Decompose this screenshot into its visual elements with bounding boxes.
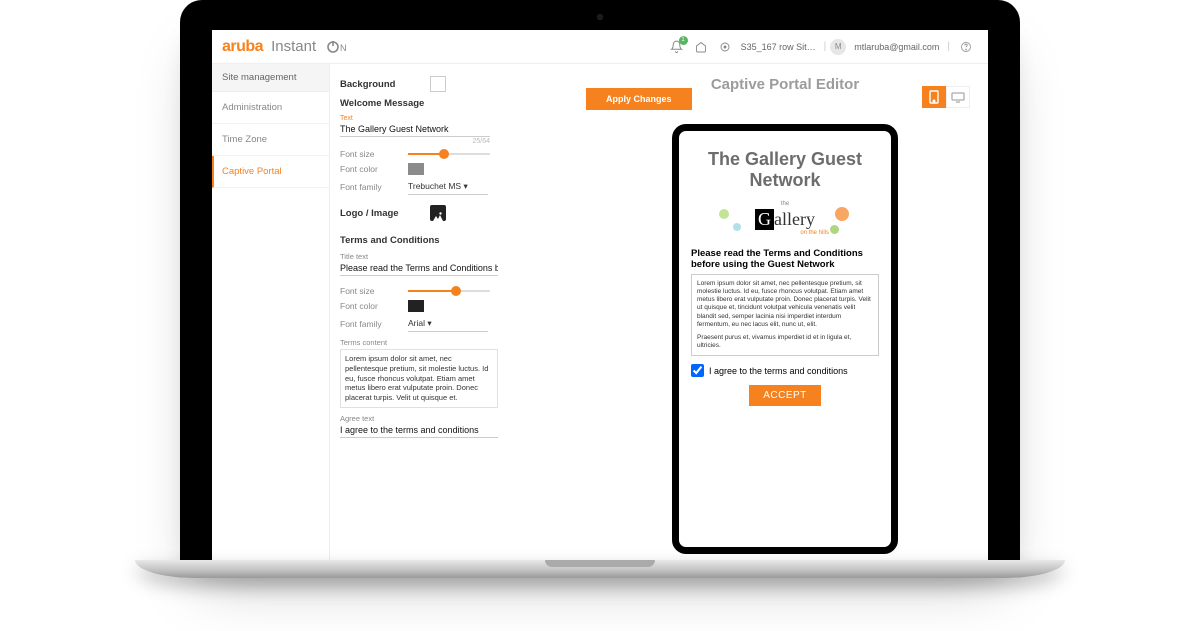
laptop-notch — [545, 560, 655, 567]
welcome-section-title: Welcome Message — [340, 98, 572, 109]
tc-fontcolor-swatch[interactable] — [408, 300, 424, 312]
portal-accept-button[interactable]: ACCEPT — [749, 385, 821, 406]
mobile-view-toggle[interactable] — [922, 86, 946, 108]
terms-content-textarea[interactable]: Lorem ipsum dolor sit amet, nec pellente… — [340, 349, 498, 408]
logo-section-title: Logo / Image — [340, 208, 430, 219]
view-toggle — [922, 86, 970, 108]
brand-logo: aruba Instant N — [222, 38, 346, 56]
brand-on: N — [326, 40, 346, 54]
site-target-icon[interactable] — [716, 38, 734, 56]
notif-badge: 1 — [679, 36, 688, 45]
sidebar-item-timezone[interactable]: Time Zone — [212, 124, 329, 156]
agree-text-label: Agree text — [340, 414, 572, 423]
agree-text-input[interactable] — [340, 423, 498, 438]
portal-agree-checkbox[interactable] — [691, 364, 704, 377]
laptop-base — [135, 560, 1065, 578]
portal-tc-title: Please read the Terms and Conditions bef… — [691, 248, 879, 270]
home-icon[interactable] — [692, 38, 710, 56]
welcome-text-input[interactable] — [340, 122, 490, 137]
tc-section-title: Terms and Conditions — [340, 235, 572, 246]
welcome-fontfamily-select[interactable]: Trebuchet MS ▾ — [408, 179, 488, 195]
logo-image-picker[interactable] — [430, 205, 446, 221]
background-label: Background — [340, 79, 430, 90]
camera-dot — [597, 14, 603, 20]
welcome-char-count: 25/64 — [340, 138, 490, 145]
sidebar-item-captive-portal[interactable]: Captive Portal — [212, 156, 329, 188]
background-swatch[interactable] — [430, 76, 446, 92]
welcome-fontsize-slider[interactable] — [408, 149, 490, 159]
portal-agree-row[interactable]: I agree to the terms and conditions — [691, 364, 879, 377]
site-name[interactable]: S35_167 row Sit… — [741, 42, 816, 52]
terms-content-label: Terms content — [340, 338, 572, 347]
laptop-frame: aruba Instant N 1 S35_167 row Sit… | M m… — [180, 0, 1020, 560]
apply-changes-button[interactable]: Apply Changes — [586, 88, 692, 110]
tc-fontfamily-label: Font family — [340, 319, 408, 329]
sidebar-header: Site management — [212, 64, 329, 92]
preview-panel: Captive Portal Editor Apply Changes The … — [582, 64, 988, 560]
tc-fontsize-slider[interactable] — [408, 286, 490, 296]
tc-fontcolor-label: Font color — [340, 301, 408, 311]
editor-panel: Background Welcome Message Text 25/64 Fo… — [330, 64, 582, 560]
portal-tc-body: Lorem ipsum dolor sit amet, nec pellente… — [691, 274, 879, 356]
welcome-text-label: Text — [340, 115, 572, 122]
tc-fontfamily-select[interactable]: Arial ▾ — [408, 316, 488, 332]
user-email[interactable]: mtlaruba@gmail.com — [854, 42, 939, 52]
welcome-fontcolor-swatch[interactable] — [408, 163, 424, 175]
desktop-view-toggle[interactable] — [946, 86, 970, 108]
portal-logo: the Gallery on the hills — [691, 201, 879, 236]
tc-title-label: Title text — [340, 252, 572, 261]
brand-aruba: aruba — [222, 38, 263, 56]
sidebar: Site management Administration Time Zone… — [212, 64, 330, 560]
portal-welcome-text: The Gallery Guest Network — [691, 149, 879, 191]
welcome-fontsize-label: Font size — [340, 149, 408, 159]
help-icon[interactable] — [957, 38, 975, 56]
notifications-icon[interactable]: 1 — [668, 38, 686, 56]
tc-title-input[interactable] — [340, 261, 498, 276]
brand-instant: Instant — [271, 38, 316, 55]
app-screen: aruba Instant N 1 S35_167 row Sit… | M m… — [212, 30, 988, 560]
sidebar-item-administration[interactable]: Administration — [212, 92, 329, 124]
welcome-fontcolor-label: Font color — [340, 164, 408, 174]
svg-text:N: N — [340, 43, 346, 53]
phone-preview: The Gallery Guest Network the Gallery on… — [672, 124, 898, 554]
portal-agree-label: I agree to the terms and conditions — [709, 366, 848, 376]
tc-fontsize-label: Font size — [340, 286, 408, 296]
welcome-fontfamily-label: Font family — [340, 182, 408, 192]
topbar: aruba Instant N 1 S35_167 row Sit… | M m… — [212, 30, 988, 64]
user-avatar[interactable]: M — [830, 39, 846, 55]
